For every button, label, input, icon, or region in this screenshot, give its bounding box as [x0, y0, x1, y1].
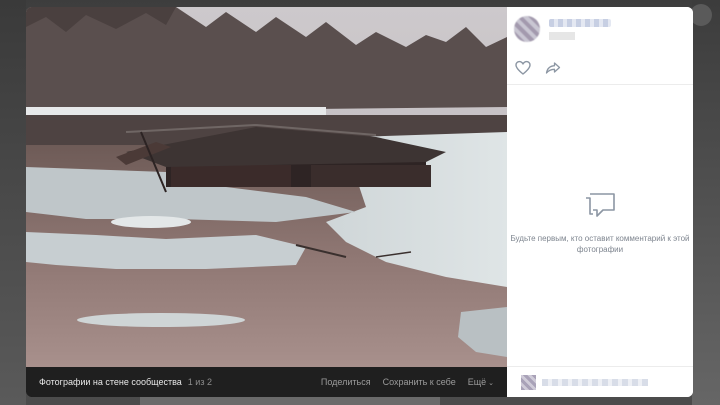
album-link[interactable]: Фотографии на стене сообщества [39, 377, 182, 387]
photo-footer: Фотографии на стене сообщества 1 из 2 По… [26, 367, 507, 397]
background-left-strip [0, 0, 26, 405]
photo-info-panel: Будьте первым, кто оставит комментарий к… [507, 7, 693, 397]
author-name-blurred[interactable] [549, 18, 611, 27]
photo-area[interactable]: Фотографии на стене сообщества 1 из 2 По… [26, 7, 507, 397]
post-date-blurred [549, 31, 575, 40]
more-label: Ещё [467, 377, 487, 387]
comment-bubble-icon [586, 193, 615, 217]
photo-counter: 1 из 2 [187, 377, 212, 387]
background-feed-peek [140, 396, 440, 405]
close-viewer-button[interactable] [690, 4, 712, 26]
photo-actions [507, 51, 693, 85]
save-to-my-photos-button[interactable]: Сохранить к себе [383, 377, 456, 387]
photo-viewer: Фотографии на стене сообщества 1 из 2 По… [26, 7, 693, 397]
author-meta [540, 18, 611, 40]
author-avatar[interactable] [514, 16, 540, 42]
comment-input-row [507, 366, 693, 397]
current-user-avatar [521, 374, 536, 390]
empty-comments-message: Будьте первым, кто оставит комментарий к… [510, 234, 690, 254]
comment-input-blurred[interactable] [542, 378, 648, 386]
chevron-down-icon: ⌄ [488, 380, 494, 387]
background-right-strip [692, 0, 720, 405]
comments-empty-state: Будьте первым, кто оставит комментарий к… [507, 192, 693, 255]
share-button[interactable]: Поделиться [321, 377, 371, 387]
author-header [507, 7, 693, 51]
share-arrow-icon[interactable] [545, 60, 561, 76]
heart-icon[interactable] [515, 60, 531, 76]
more-menu-button[interactable]: Ещё ⌄ [468, 377, 494, 387]
photo-image [26, 7, 507, 367]
